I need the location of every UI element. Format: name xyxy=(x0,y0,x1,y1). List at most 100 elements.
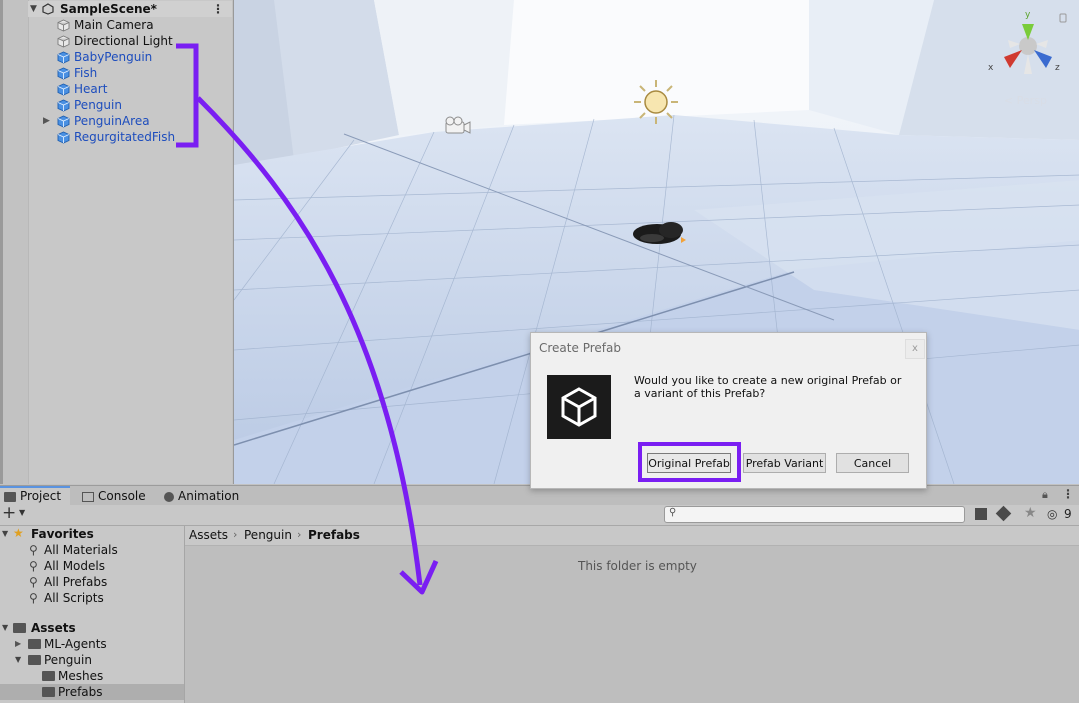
breadcrumb-item[interactable]: Assets xyxy=(189,528,228,542)
dialog-message: Would you like to create a new original … xyxy=(634,374,902,400)
gameobject-icon xyxy=(57,19,70,32)
scene-name: SampleScene* xyxy=(60,2,157,16)
breadcrumb-separator-icon: › xyxy=(297,528,302,541)
favorites-label: Favorites xyxy=(31,527,94,541)
tab-label: Project xyxy=(20,489,62,503)
folder-label: Penguin xyxy=(44,653,92,667)
tab-label: Console xyxy=(98,489,146,503)
favorites-star-icon: ★ xyxy=(13,526,24,540)
favorite-item[interactable]: ⚲ All Prefabs xyxy=(0,574,184,590)
favorite-item[interactable]: ⚲ All Materials xyxy=(0,542,184,558)
favorite-item[interactable]: ⚲ All Models xyxy=(0,558,184,574)
folder-icon xyxy=(28,639,41,649)
unity-logo-icon xyxy=(561,387,597,427)
folder-item-meshes[interactable]: Meshes xyxy=(0,668,184,684)
favorite-item[interactable]: ⚲ All Scripts xyxy=(0,590,184,606)
breadcrumb-item-current[interactable]: Prefabs xyxy=(308,528,360,542)
assets-header[interactable]: ▼ Assets xyxy=(0,620,184,636)
search-icon: ⚲ xyxy=(669,507,677,518)
search-icon: ⚲ xyxy=(29,575,38,589)
unity-scene-icon xyxy=(42,3,54,15)
dialog-title: Create Prefab xyxy=(539,341,621,355)
hierarchy-item-label: Heart xyxy=(74,82,108,96)
perspective-label[interactable]: < Persp xyxy=(1004,94,1047,107)
folder-icon xyxy=(42,671,55,681)
animation-icon xyxy=(164,491,174,502)
create-prefab-dialog: Create Prefab x Would you like to create… xyxy=(530,332,927,489)
hierarchy-panel: ▼ SampleScene* ⋮ Main Camera Directional… xyxy=(0,0,232,484)
search-input[interactable]: ⚲ xyxy=(664,506,965,523)
folder-icon xyxy=(28,655,41,665)
favorites-header[interactable]: ▼ ★ Favorites xyxy=(0,526,184,542)
prefab-cube-icon xyxy=(57,115,70,128)
hierarchy-item-label: RegurgitatedFish xyxy=(74,130,176,144)
hierarchy-item-label: BabyPenguin xyxy=(74,50,153,64)
folder-icon xyxy=(42,687,55,697)
hierarchy-item-label: PenguinArea xyxy=(74,114,150,128)
folder-item-penguin[interactable]: ▼ Penguin xyxy=(0,652,184,668)
favorite-star-icon[interactable]: ★ xyxy=(1024,505,1037,521)
folder-icon xyxy=(13,623,26,633)
favorite-label: All Materials xyxy=(44,543,118,557)
folder-label: Prefabs xyxy=(58,685,103,699)
hierarchy-item-label: Fish xyxy=(74,66,98,80)
expand-arrow-icon[interactable]: ▶ xyxy=(43,113,50,129)
collapse-arrow-icon[interactable]: ▼ xyxy=(30,1,37,17)
kebab-menu-icon[interactable]: ⋮ xyxy=(212,1,224,17)
empty-folder-message: This folder is empty xyxy=(578,559,697,573)
directional-light-gizmo-icon[interactable] xyxy=(634,80,678,124)
label-tag-icon[interactable] xyxy=(995,505,1012,522)
add-button[interactable]: + xyxy=(2,503,16,523)
gameobject-icon xyxy=(57,35,70,48)
search-icon: ⚲ xyxy=(29,559,38,573)
gizmo-y-label: y xyxy=(1025,10,1031,20)
project-content-area[interactable]: This folder is empty xyxy=(185,526,1079,703)
hidden-packages-eye-icon[interactable]: ◎ xyxy=(1047,507,1057,521)
favorite-label: All Models xyxy=(44,559,105,573)
search-icon: ⚲ xyxy=(29,591,38,605)
prefab-cube-icon xyxy=(57,67,70,80)
hierarchy-item-label: Main Camera xyxy=(74,18,154,32)
gizmo-z-label: z xyxy=(1055,63,1060,73)
folder-item-ml-agents[interactable]: ▶ ML-Agents xyxy=(0,636,184,652)
original-prefab-button[interactable]: Original Prefab xyxy=(647,453,731,473)
tab-animation[interactable]: Animation xyxy=(164,486,254,506)
lock-icon[interactable]: 🔒︎ xyxy=(1042,488,1048,502)
hierarchy-edge xyxy=(0,0,3,484)
filter-by-type-icon[interactable] xyxy=(975,508,987,520)
project-folder-tree: ▼ ★ Favorites ⚲ All Materials ⚲ All Mode… xyxy=(0,526,185,703)
hierarchy-item-label: Directional Light xyxy=(74,34,173,48)
breadcrumb-item[interactable]: Penguin xyxy=(244,528,292,542)
favorite-label: All Scripts xyxy=(44,591,104,605)
prefab-cube-icon xyxy=(57,99,70,112)
add-dropdown-arrow-icon[interactable]: ▼ xyxy=(19,508,25,517)
breadcrumb-separator-icon: › xyxy=(233,528,238,541)
prefab-variant-button[interactable]: Prefab Variant xyxy=(743,453,826,473)
collapse-arrow-icon[interactable]: ▼ xyxy=(2,526,8,542)
expand-arrow-icon[interactable]: ▶ xyxy=(15,636,21,652)
folder-icon xyxy=(4,491,16,502)
close-button[interactable]: x xyxy=(905,339,925,359)
gizmo-x-label: x xyxy=(988,63,994,73)
hierarchy-gutter xyxy=(0,0,29,484)
console-icon xyxy=(82,491,94,502)
tab-label: Animation xyxy=(178,489,240,503)
folder-label: Meshes xyxy=(58,669,104,683)
breadcrumb: Assets › Penguin › Prefabs xyxy=(185,526,1079,546)
scene-root-row[interactable]: ▼ SampleScene* ⋮ xyxy=(28,1,232,17)
collapse-arrow-icon[interactable]: ▼ xyxy=(15,652,21,668)
hierarchy-item-label: Penguin xyxy=(74,98,122,112)
folder-item-prefabs[interactable]: Prefabs xyxy=(0,684,184,700)
favorite-label: All Prefabs xyxy=(44,575,108,589)
kebab-menu-icon[interactable]: ⋮ xyxy=(1062,487,1074,501)
cancel-button[interactable]: Cancel xyxy=(836,453,909,473)
folder-label: ML-Agents xyxy=(44,637,107,651)
unity-logo xyxy=(547,375,611,439)
assets-label: Assets xyxy=(31,621,76,635)
collapse-arrow-icon[interactable]: ▼ xyxy=(2,620,8,636)
hidden-count: 9 xyxy=(1064,507,1072,521)
prefab-cube-icon xyxy=(57,83,70,96)
tab-console[interactable]: Console xyxy=(82,486,157,506)
prefab-cube-icon xyxy=(57,131,70,144)
search-icon: ⚲ xyxy=(29,543,38,557)
